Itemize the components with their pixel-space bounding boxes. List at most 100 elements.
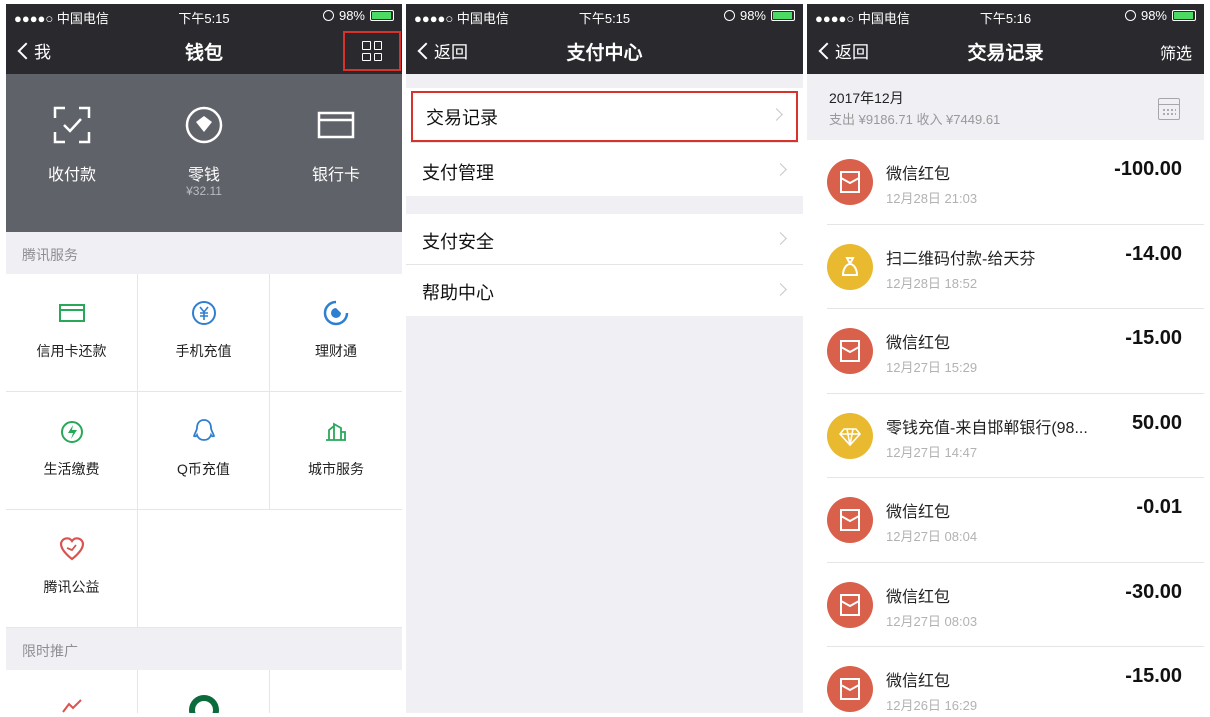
section-tencent-services: 腾讯服务: [6, 232, 402, 274]
banner-item-pay[interactable]: 收付款: [6, 74, 138, 232]
service-qcoin[interactable]: Q币充值: [138, 392, 269, 509]
banner-item-balance[interactable]: 零钱 ¥32.11: [138, 74, 270, 232]
transaction-row[interactable]: 扫二维码付款-给天芬 12月28日 18:52 -14.00: [807, 224, 1204, 309]
menu-item-transactions[interactable]: 交易记录: [410, 90, 799, 143]
transaction-time: 12月28日 21:03: [886, 191, 978, 206]
service-empty: [138, 510, 402, 627]
menu-grid-button[interactable]: [343, 31, 401, 71]
service-label: 生活缴费: [43, 461, 100, 477]
service-label: 理财通: [315, 343, 357, 359]
transaction-amount: -100.00: [1114, 158, 1182, 180]
service-charity[interactable]: 腾讯公益: [6, 510, 137, 627]
menu-label: 支付安全: [422, 232, 494, 252]
balance-icon: [185, 106, 223, 144]
service-credit-card[interactable]: 信用卡还款: [6, 274, 137, 391]
transaction-amount: -15.00: [1125, 665, 1182, 687]
status-bar: ●●●●○ 中国电信 下午5:15 98%: [406, 4, 803, 26]
transaction-amount: 50.00: [1131, 411, 1182, 434]
transaction-row[interactable]: 微信红包 12月27日 08:03 -30.00: [807, 562, 1204, 647]
service-label: 腾讯公益: [43, 579, 100, 595]
service-utility[interactable]: 生活缴费: [6, 392, 137, 509]
banner-item-card[interactable]: 银行卡: [270, 74, 402, 232]
transaction-time: 12月27日 08:03: [886, 613, 978, 629]
promo-item[interactable]: [270, 670, 402, 713]
status-bar: ●●●●○ 中国电信 下午5:16 98%: [807, 4, 1204, 26]
money-bag-icon: [827, 243, 873, 290]
transaction-name: 微信红包: [886, 504, 951, 521]
transaction-amount: -15.00: [1125, 327, 1182, 349]
red-packet-icon: [827, 666, 873, 712]
rotation-lock-icon: [1124, 10, 1136, 21]
service-licaitong[interactable]: 理财通: [270, 274, 402, 391]
battery-percent: 98%: [739, 8, 766, 23]
menu-label: 交易记录: [426, 108, 498, 128]
card-icon: [317, 111, 355, 139]
wallet-screen: ●●●●○ 中国电信 下午5:15 98% 我 钱包 收付款 零钱 ¥32.11…: [6, 4, 402, 713]
wallet-banner: 收付款 零钱 ¥32.11 银行卡: [6, 74, 402, 232]
transaction-time: 12月27日 08:04: [886, 529, 978, 544]
transaction-time: 12月26日 16:29: [886, 698, 978, 713]
utility-icon: [61, 421, 83, 443]
menu-label: 支付管理: [422, 163, 494, 183]
red-packet-icon: [827, 159, 873, 205]
credit-card-icon: [59, 304, 85, 322]
transaction-row[interactable]: 微信红包 12月26日 16:29 -15.00: [807, 647, 1204, 713]
service-label: 手机充值: [175, 343, 232, 359]
chevron-right-icon: [770, 108, 783, 121]
licaitong-icon: [323, 300, 349, 326]
service-mobile-topup[interactable]: 手机充值: [138, 274, 269, 391]
nav-bar: 返回 支付中心: [406, 26, 803, 74]
transaction-time: 12月28日 18:52: [886, 275, 978, 291]
page-title: 支付中心: [566, 43, 643, 64]
transaction-time: 12月27日 14:47: [886, 444, 978, 460]
transaction-row[interactable]: 零钱充值-来自邯郸银行(98... 12月27日 14:47 50.00: [807, 393, 1204, 478]
promo-item[interactable]: [138, 670, 269, 713]
menu-group-security: 支付安全 帮助中心: [406, 214, 803, 316]
calendar-icon[interactable]: [1158, 98, 1180, 120]
rotation-lock-icon: [723, 10, 735, 21]
service-city[interactable]: 城市服务: [270, 392, 402, 509]
filter-button[interactable]: 筛选: [1160, 40, 1192, 64]
transaction-row[interactable]: 微信红包 12月27日 08:04 -0.01: [807, 478, 1204, 563]
battery-icon: [1172, 10, 1196, 21]
menu-item-payment-management[interactable]: 支付管理: [406, 145, 803, 196]
transaction-amount: -30.00: [1125, 580, 1182, 603]
transaction-time: 12月27日 15:29: [886, 360, 978, 375]
menu-item-payment-security[interactable]: 支付安全: [406, 214, 803, 265]
menu-item-help-center[interactable]: 帮助中心: [406, 265, 803, 316]
transaction-name: 微信红包: [886, 588, 951, 606]
transaction-row[interactable]: 微信红包 12月27日 15:29 -15.00: [807, 309, 1204, 394]
red-packet-icon: [827, 328, 873, 374]
chevron-right-icon: [774, 283, 787, 296]
qq-icon: [192, 419, 216, 441]
month-label: 2017年12月: [829, 90, 904, 106]
yuan-icon: [192, 301, 216, 325]
transaction-name: 零钱充值-来自邯郸银行(98...: [886, 419, 1088, 437]
transaction-name: 微信红包: [886, 673, 951, 690]
rotation-lock-icon: [322, 10, 334, 21]
grid-icon: [362, 41, 382, 61]
menu-label: 帮助中心: [422, 283, 494, 303]
chevron-right-icon: [774, 232, 787, 245]
charity-icon: [59, 537, 85, 561]
promo-item[interactable]: [6, 670, 137, 713]
diamond-icon: [827, 412, 873, 459]
transaction-amount: -14.00: [1125, 242, 1182, 265]
battery-percent: 98%: [1140, 8, 1167, 23]
city-icon: [326, 422, 346, 441]
page-title: 交易记录: [967, 43, 1044, 64]
services-grid: 信用卡还款 手机充值 理财通 生活缴费 Q币充值 城市服务 腾讯公益: [6, 274, 402, 628]
status-bar: ●●●●○ 中国电信 下午5:15 98%: [6, 4, 402, 26]
service-label: Q币充值: [177, 461, 230, 477]
battery-icon: [370, 10, 394, 21]
service-label: 城市服务: [308, 461, 364, 477]
transaction-name: 微信红包: [886, 335, 951, 352]
chevron-right-icon: [774, 163, 787, 176]
service-label: 信用卡还款: [36, 343, 107, 359]
nav-bar: 返回 交易记录 筛选: [807, 26, 1204, 74]
battery-icon: [771, 10, 795, 21]
red-packet-icon: [827, 581, 873, 628]
transaction-row[interactable]: 微信红包 12月28日 21:03 -100.00: [807, 140, 1204, 225]
banner-label: 收付款: [47, 167, 96, 184]
banner-label: 银行卡: [311, 167, 360, 184]
